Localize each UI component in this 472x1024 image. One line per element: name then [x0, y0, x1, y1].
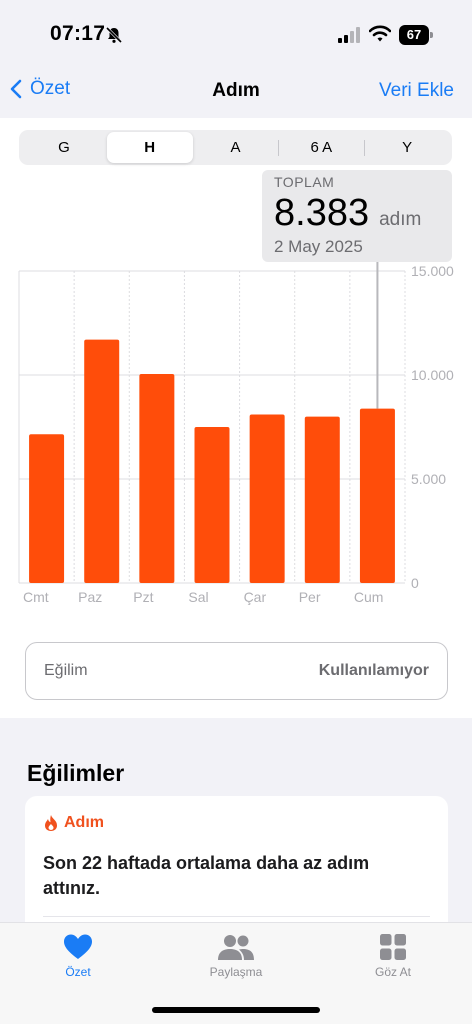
summary-value: 8.383: [274, 192, 370, 234]
summary-label: TOPLAM: [274, 174, 335, 190]
home-indicator: [152, 1007, 320, 1013]
battery-icon: 67: [399, 25, 433, 45]
grid-icon: [380, 934, 406, 960]
segment-week[interactable]: H: [106, 132, 193, 163]
flame-icon: [45, 815, 57, 831]
y-tick-label: 5.000: [411, 471, 446, 487]
x-tick-label: Cum: [354, 589, 384, 605]
y-tick-label: 0: [411, 575, 419, 591]
add-data-button[interactable]: Veri Ekle: [379, 80, 454, 102]
x-tick-label: Sal: [188, 589, 208, 605]
insight-text: Son 22 haftada ortalama daha az adım att…: [43, 853, 370, 898]
period-segmented-control: G H A 6 A Y: [19, 130, 452, 165]
status-time: 07:17: [50, 22, 106, 45]
y-tick-label: 10.000: [411, 367, 454, 383]
bell-slash-icon: [105, 26, 123, 44]
x-tick-label: Paz: [78, 589, 102, 605]
insight-heading: Adım: [64, 814, 104, 831]
summary-date: 2 May 2025: [274, 237, 363, 256]
x-tick-label: Çar: [244, 589, 267, 605]
nav-bar: Özet Adım Veri Ekle: [0, 70, 472, 118]
x-tick-label: Cmt: [23, 589, 49, 605]
tab-summary[interactable]: Özet: [33, 933, 123, 979]
summary-unit: adım: [379, 209, 422, 230]
bar-pzt: [139, 373, 175, 583]
steps-bar-chart[interactable]: 15.000 10.000 5.000 0 Cmt Paz Pzt Sal Çar Per Cum: [0, 262, 472, 612]
bar-cum: [359, 408, 395, 583]
x-tick-label: Per: [299, 589, 321, 605]
x-tick-label: Pzt: [133, 589, 153, 605]
tab-sharing[interactable]: Paylaşma: [191, 933, 281, 979]
trend-value: Kullanılamıyor: [318, 662, 429, 679]
bar-cmt: [29, 434, 65, 583]
tab-sharing-label: Paylaşma: [209, 965, 263, 979]
bar-çar: [249, 414, 285, 583]
trend-label: Eğilim: [44, 662, 88, 679]
trends-title: Eğilimler: [27, 760, 125, 786]
bar-per: [304, 416, 340, 583]
wifi-icon: [369, 25, 391, 42]
people-icon: [218, 935, 254, 960]
segment-six-months[interactable]: 6 A: [278, 132, 364, 163]
segment-day[interactable]: G: [21, 132, 107, 163]
tab-browse-label: Göz At: [374, 965, 412, 979]
bar-paz: [84, 339, 120, 583]
segment-year[interactable]: Y: [364, 132, 450, 163]
selection-summary: TOPLAM 8.383 adım 2 May 2025: [262, 170, 452, 262]
tab-summary-label: Özet: [65, 965, 91, 979]
trend-row[interactable]: Eğilim Kullanılamıyor: [25, 642, 448, 700]
segment-month[interactable]: A: [193, 132, 279, 163]
signal-icon: [338, 27, 360, 43]
bar-sal: [194, 427, 230, 583]
status-bar: 07:17 67: [0, 0, 472, 70]
battery-level: 67: [399, 25, 429, 45]
heart-icon: [64, 934, 92, 959]
y-tick-label: 15.000: [411, 263, 454, 279]
tab-browse[interactable]: Göz At: [348, 933, 438, 979]
